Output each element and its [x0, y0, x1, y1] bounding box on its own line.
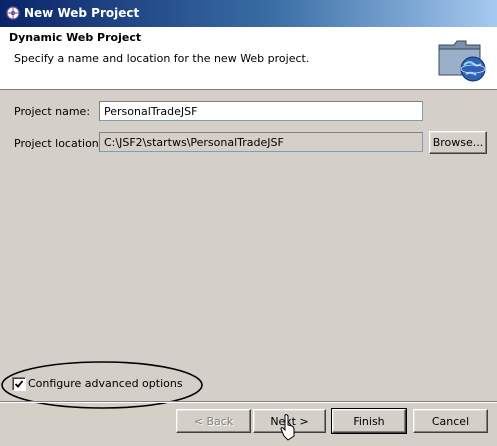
page-description: Specify a name and location for the new … — [14, 52, 310, 65]
project-name-input[interactable] — [99, 101, 423, 121]
back-button[interactable]: < Back — [176, 409, 251, 433]
eclipse-icon — [6, 6, 20, 20]
browse-button[interactable]: Browse... — [429, 131, 487, 154]
cancel-button[interactable]: Cancel — [413, 409, 488, 433]
browse-button-label: Browse... — [432, 136, 484, 149]
window-title: New Web Project — [24, 6, 140, 20]
project-location-input[interactable] — [99, 132, 423, 152]
finish-button[interactable]: Finish — [331, 408, 407, 434]
window-titlebar[interactable]: New Web Project — [0, 0, 497, 27]
folder-globe-icon — [438, 40, 486, 82]
mouse-cursor-icon — [280, 414, 295, 441]
back-button-label: < Back — [193, 414, 234, 428]
project-location-label: Project location: — [14, 137, 103, 150]
cancel-button-label: Cancel — [431, 414, 470, 428]
button-bar-separator — [0, 401, 497, 403]
project-name-label: Project name: — [14, 105, 91, 118]
wizard-header: Dynamic Web Project Specify a name and l… — [0, 27, 497, 90]
page-title: Dynamic Web Project — [9, 31, 142, 44]
finish-button-label: Finish — [353, 414, 385, 428]
